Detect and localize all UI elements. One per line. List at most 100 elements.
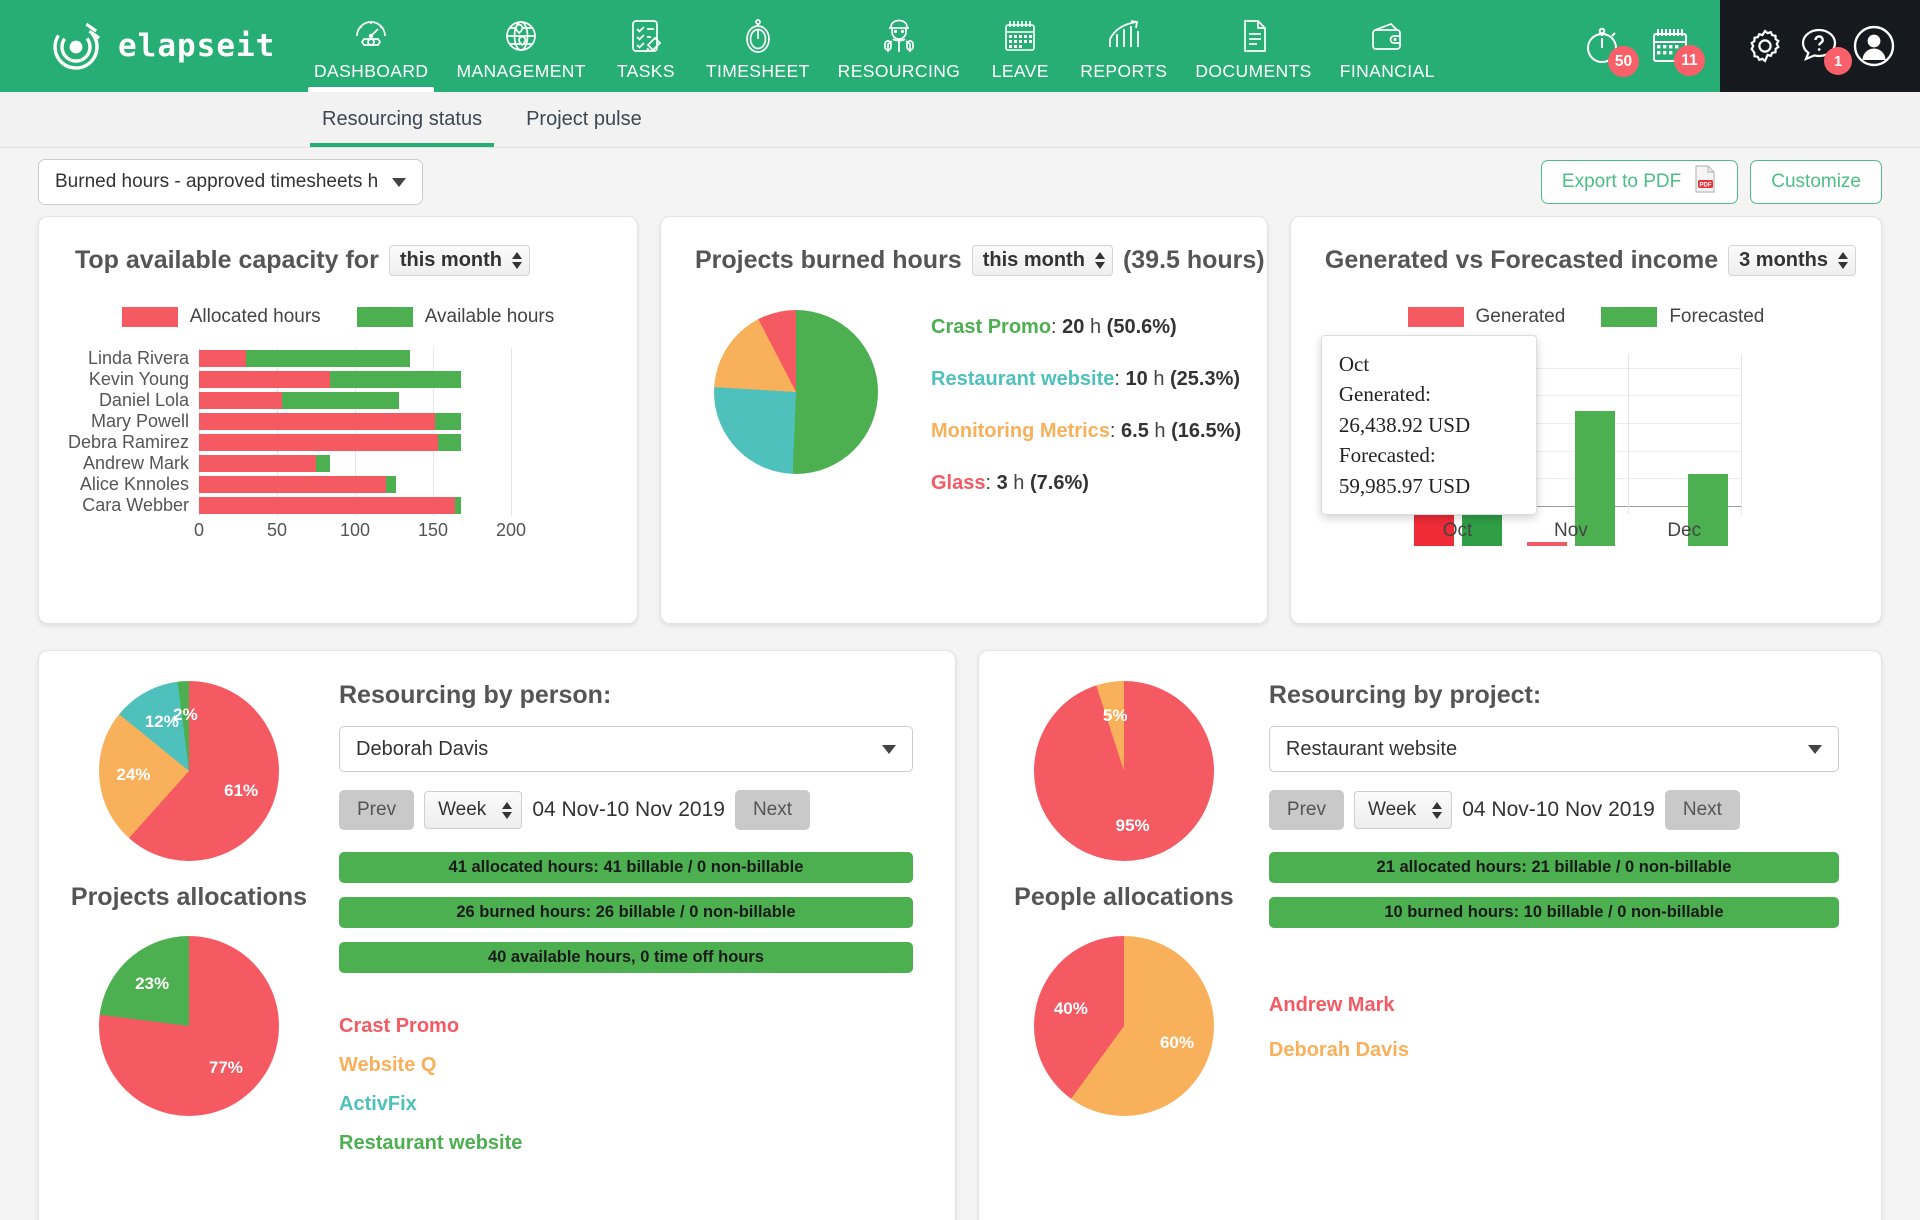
person-select[interactable]: Deborah Davis — [339, 726, 913, 772]
table-row[interactable]: Linda Rivera — [63, 348, 601, 369]
nav-item-tasks[interactable]: TASKS — [600, 0, 692, 92]
leave-badge: 11 — [1674, 45, 1705, 76]
person-project-link[interactable]: ActivFix — [339, 1093, 913, 1116]
bar-segment-available — [454, 497, 462, 514]
burned-hours-value: 6.5 — [1121, 420, 1149, 442]
burned-period-value: this month — [982, 249, 1085, 271]
legend-allocated: Allocated hours — [121, 306, 321, 328]
wallet-icon — [1368, 14, 1406, 58]
income-period-value: 3 months — [1739, 249, 1829, 271]
checklist-pencil-icon — [628, 14, 664, 58]
project-next-button[interactable]: Next — [1664, 790, 1740, 830]
person-stat-bar[interactable]: 26 burned hours: 26 billable / 0 non-bil… — [339, 897, 913, 928]
table-row[interactable]: Alice Knnoles — [63, 474, 601, 495]
bar-segment-available — [316, 455, 331, 472]
person-stat-bars: 41 allocated hours: 41 billable / 0 non-… — [339, 852, 913, 973]
person-project-link[interactable]: Crast Promo — [339, 1015, 913, 1038]
nav-item-management[interactable]: MANAGEMENT — [442, 0, 599, 92]
bar-category-label: Alice Knnoles — [79, 474, 189, 494]
project-stat-bar[interactable]: 10 burned hours: 10 billable / 0 non-bil… — [1268, 897, 1839, 928]
person-stat-bar[interactable]: 40 available hours, 0 time off hours — [339, 942, 913, 973]
user-avatar[interactable] — [1851, 23, 1897, 69]
bar-category-label: Daniel Lola — [98, 390, 189, 410]
person-period-unit-select[interactable]: Week — [424, 791, 523, 829]
dashboard-gauge-icon — [351, 14, 391, 58]
nav-item-leave[interactable]: LEAVE — [974, 0, 1066, 92]
settings-button[interactable] — [1743, 24, 1787, 68]
table-row[interactable]: Andrew Mark — [63, 453, 601, 474]
list-item[interactable]: Restaurant website: 10 h (25.3%) — [931, 368, 1241, 391]
export-label: Export to PDF — [1561, 171, 1682, 192]
capacity-period-select[interactable]: this month — [388, 245, 531, 276]
person-stat-bar[interactable]: 41 allocated hours: 41 billable / 0 non-… — [339, 852, 913, 883]
legend-label: Forecasted — [1669, 306, 1765, 327]
projects-allocations-pie: 61% 24% 12% 2% — [99, 681, 279, 861]
help-button[interactable]: 1 — [1797, 24, 1852, 75]
tab-resourcing-status[interactable]: Resourcing status — [300, 92, 504, 147]
nav-item-financial[interactable]: FINANCIAL — [1326, 0, 1449, 92]
project-prev-button[interactable]: Prev — [1268, 790, 1344, 830]
list-item[interactable]: Glass: 3 h (7.6%) — [931, 472, 1241, 495]
income-period-select[interactable]: 3 months — [1728, 245, 1857, 276]
table-row[interactable]: Kevin Young — [63, 369, 601, 390]
person-project-link[interactable]: Restaurant website — [339, 1132, 913, 1155]
bar-segment-allocated — [199, 476, 387, 493]
customize-button[interactable]: Customize — [1750, 160, 1882, 204]
burned-percent: (25.3%) — [1170, 368, 1241, 390]
people-allocations-burned-pie: 60% 40% — [1033, 936, 1214, 1116]
nav-item-reports[interactable]: REPORTS — [1066, 0, 1181, 92]
project-person-link[interactable]: Andrew Mark — [1269, 994, 1839, 1017]
project-people-links: Andrew Mark Deborah Davis — [1269, 994, 1839, 1062]
tab-project-pulse[interactable]: Project pulse — [504, 92, 664, 147]
capacity-title-text: Top available capacity for — [75, 246, 379, 274]
capacity-bar-chart: Linda Rivera Kevin Young Daniel Lola Mary P… — [39, 348, 637, 544]
generated-vs-forecasted-income-card: Generated vs Forecasted income 3 months … — [1289, 216, 1882, 624]
timer-shortcut-button[interactable]: 50 — [1580, 23, 1639, 77]
income-legend: Generated Forecasted — [1291, 306, 1881, 328]
projects-allocations-burned-pie: 77% 23% — [99, 936, 279, 1116]
person-next-button[interactable]: Next — [734, 790, 811, 830]
bar-category-label: Cara Webber — [82, 495, 189, 515]
x-axis-tick-label: 100 — [339, 520, 371, 540]
burned-period-select[interactable]: this month — [971, 245, 1113, 276]
table-row[interactable]: Daniel Lola — [63, 390, 601, 411]
brand-logo-area[interactable]: elapseit — [0, 0, 300, 92]
burned-hours-legend-list: Crast Promo: 20 h (50.6%) Restaurant webs… — [931, 310, 1241, 524]
chevron-down-icon — [1808, 744, 1822, 754]
nav-item-resourcing[interactable]: RESOURCING — [824, 0, 975, 92]
nav-item-documents[interactable]: DOCUMENTS — [1181, 0, 1325, 92]
table-row[interactable]: Mary Powell — [63, 411, 601, 432]
spinner-arrows-icon — [512, 252, 523, 269]
list-item[interactable]: Crast Promo: 20 h (50.6%) — [931, 316, 1241, 339]
capacity-period-value: this month — [399, 249, 503, 271]
burned-project-name: Glass — [931, 472, 986, 494]
bar-track — [199, 350, 511, 367]
table-row[interactable]: Debra Ramirez — [63, 432, 601, 453]
bar-generated[interactable] — [1526, 541, 1567, 546]
grid-line-vertical — [1627, 354, 1629, 514]
x-axis-tick-label: Dec — [1667, 520, 1702, 541]
person-project-links: Crast Promo Website Q ActivFix Restaurant w… — [339, 1015, 913, 1155]
burned-hours-value: 3 — [996, 472, 1008, 494]
project-select-value: Restaurant website — [1285, 737, 1458, 760]
list-item[interactable]: Monitoring Metrics: 6.5 h (16.5%) — [931, 420, 1241, 443]
pie-slice-label: 40% — [1053, 998, 1088, 1018]
export-to-pdf-button[interactable]: Export to PDF PDF — [1540, 160, 1739, 204]
nav-item-dashboard[interactable]: DASHBOARD — [300, 0, 442, 92]
nav-item-timesheet[interactable]: TIMESHEET — [692, 0, 824, 92]
burned-card-title: Projects burned hours this month (39.5 h… — [695, 245, 1267, 276]
person-project-link[interactable]: Website Q — [339, 1054, 913, 1077]
project-stat-bar[interactable]: 21 allocated hours: 21 billable / 0 non-… — [1268, 852, 1839, 883]
x-axis: 0 50 100 150 200 — [63, 516, 601, 544]
nav-label: TIMESHEET — [705, 61, 810, 81]
project-select[interactable]: Restaurant website — [1268, 726, 1839, 772]
brand-name: elapseit — [118, 28, 276, 64]
project-person-link[interactable]: Deborah Davis — [1269, 1039, 1839, 1062]
metric-filter-dropdown[interactable]: Burned hours - approved timesheets h — [38, 159, 424, 205]
income-card-title: Generated vs Forecasted income 3 months — [1325, 245, 1881, 276]
table-row[interactable]: Cara Webber — [63, 495, 601, 516]
bar-category-label: Andrew Mark — [82, 453, 189, 473]
leave-calendar-shortcut-button[interactable]: 11 — [1648, 24, 1705, 76]
project-period-unit-select[interactable]: Week — [1353, 791, 1453, 829]
person-prev-button[interactable]: Prev — [339, 790, 415, 830]
